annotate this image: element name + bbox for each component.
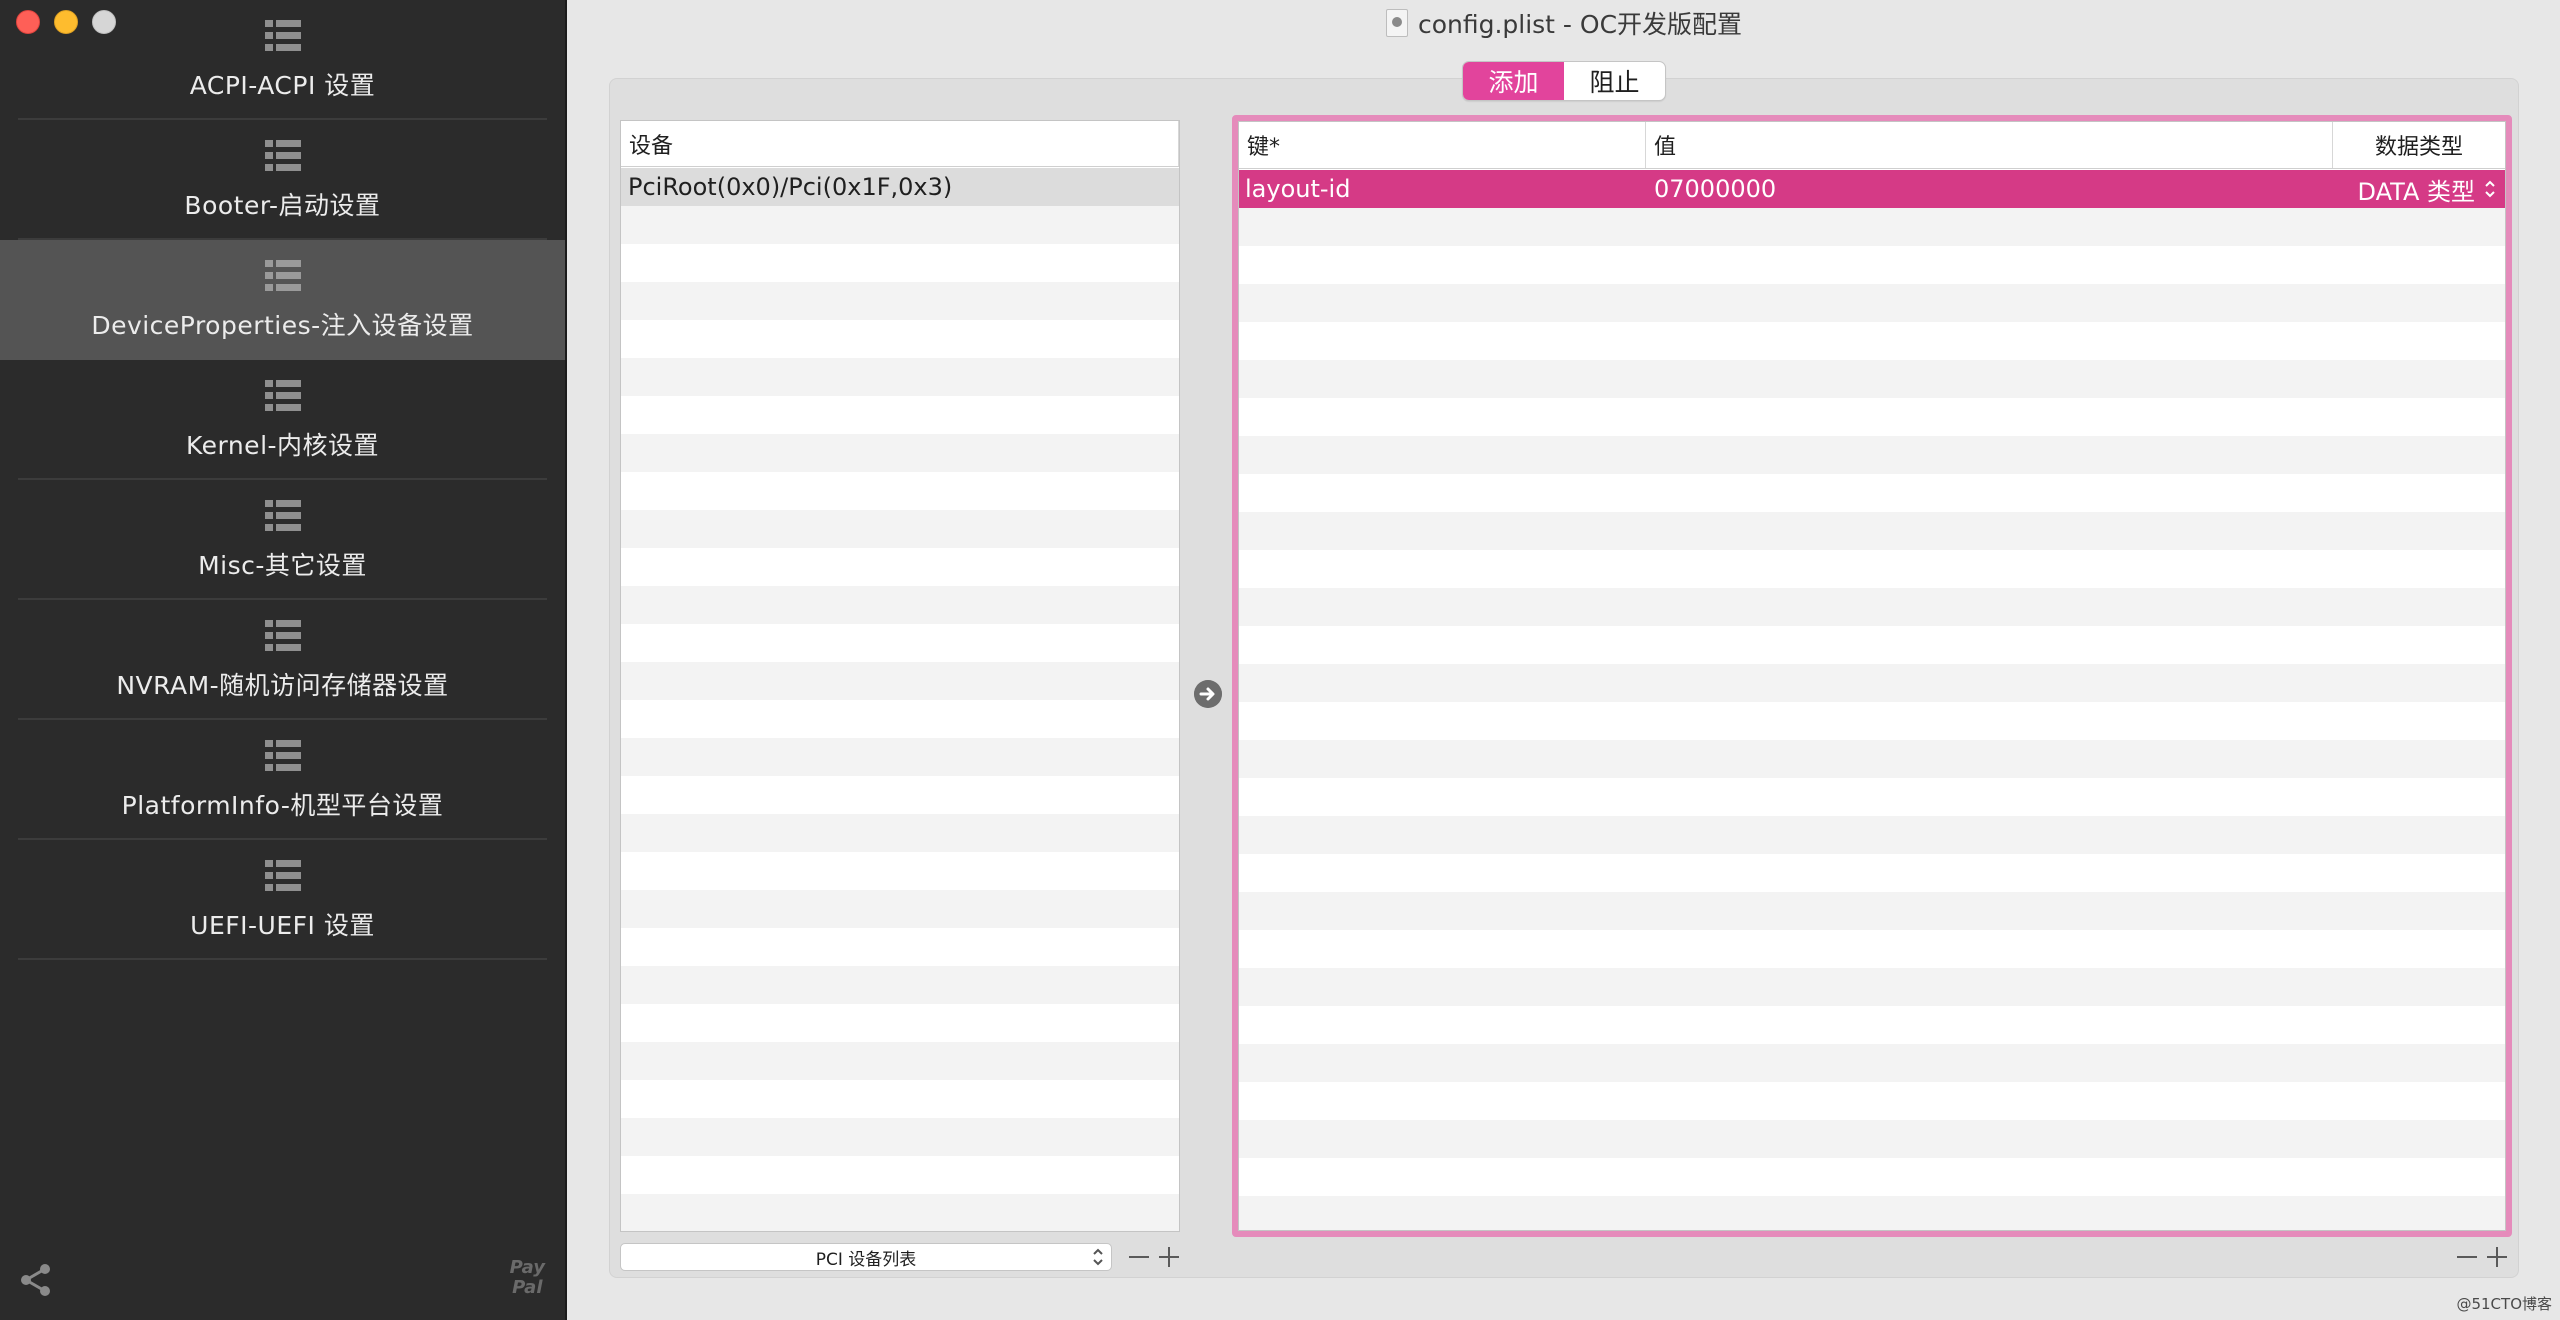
sidebar-item-label: Kernel-内核设置 [185,431,380,460]
sidebar-item-nvram[interactable]: NVRAM-随机访问存储器设置 [0,600,565,720]
sidebar-item-kernel[interactable]: Kernel-内核设置 [0,360,565,480]
properties-table: 键* 值 数据类型 layout-id 07000000 DATA 类型 [1232,115,2512,1237]
sidebar-item-booter[interactable]: Booter-启动设置 [0,120,565,240]
sidebar-item-label: UEFI-UEFI 设置 [190,911,375,940]
device-path: PciRoot(0x0)/Pci(0x1F,0x3) [628,173,953,201]
segment-add[interactable]: 添加 [1463,62,1564,100]
remove-device-button[interactable] [1128,1246,1150,1268]
property-add-remove-controls [2456,1246,2508,1268]
sidebar-item-label: DeviceProperties-注入设备设置 [91,311,474,340]
property-type: DATA 类型 [2357,177,2475,206]
sidebar-item-misc[interactable]: Misc-其它设置 [0,480,565,600]
sidebar: ACPI-ACPI 设置 Booter-启动设置 DevicePropertie… [0,0,567,1320]
window-controls [16,10,116,34]
sidebar-item-label: Misc-其它设置 [198,551,367,580]
add-property-button[interactable] [2486,1246,2508,1268]
property-value[interactable]: 07000000 [1646,175,2333,203]
property-type-select[interactable]: DATA 类型 [2333,172,2505,207]
table-row[interactable]: layout-id 07000000 DATA 类型 [1239,170,2505,208]
list-icon [264,380,301,411]
list-icon [264,620,301,651]
devices-table-body[interactable]: PciRoot(0x0)/Pci(0x1F,0x3) [621,168,1179,1231]
document-icon [1385,9,1408,37]
arrow-right-icon[interactable] [1194,680,1222,708]
column-header-device[interactable]: 设备 [621,121,1179,166]
list-icon [264,860,301,891]
window-title: config.plist - OC开发版配置 [1417,10,1743,39]
watermark: @51CTO博客 [2456,1295,2552,1313]
devices-table-header: 设备 [621,121,1179,167]
add-block-segmented-control: 添加 阻止 [1462,61,1666,101]
device-add-remove-controls [1128,1246,1180,1268]
minimize-window-button[interactable] [54,10,78,34]
popup-label: PCI 设备列表 [815,1249,917,1270]
sidebar-item-platforminfo[interactable]: PlatformInfo-机型平台设置 [0,720,565,840]
window-title-bar: config.plist - OC开发版配置 [568,0,2560,46]
sidebar-item-uefi[interactable]: UEFI-UEFI 设置 [0,840,565,960]
list-icon [264,500,301,531]
sidebar-item-label: ACPI-ACPI 设置 [189,71,376,100]
sidebar-item-label: NVRAM-随机访问存储器设置 [116,671,449,700]
property-key[interactable]: layout-id [1239,175,1646,203]
column-header-key[interactable]: 键* [1239,122,1646,168]
properties-table-frame: 键* 值 数据类型 layout-id 07000000 DATA 类型 [1238,121,2506,1231]
paypal-icon[interactable]: Pay Pal [510,1258,545,1298]
list-icon [264,20,301,51]
sidebar-nav: ACPI-ACPI 设置 Booter-启动设置 DevicePropertie… [0,0,565,960]
list-icon [264,740,301,771]
chevron-updown-icon [2485,180,2495,198]
share-icon[interactable] [18,1262,54,1298]
list-icon [264,260,301,291]
segment-block[interactable]: 阻止 [1564,62,1665,100]
sidebar-item-label: PlatformInfo-机型平台设置 [121,791,444,820]
paypal-label-top: Pay [509,1257,545,1278]
zoom-window-button[interactable] [92,10,116,34]
chevron-updown-icon [1093,1248,1103,1266]
devices-table: 设备 PciRoot(0x0)/Pci(0x1F,0x3) [620,120,1180,1232]
pci-device-list-popup[interactable]: PCI 设备列表 [620,1243,1112,1271]
column-header-type[interactable]: 数据类型 [2333,122,2505,168]
remove-property-button[interactable] [2456,1246,2478,1268]
properties-table-body[interactable]: layout-id 07000000 DATA 类型 [1239,170,2505,1230]
table-row[interactable]: PciRoot(0x0)/Pci(0x1F,0x3) [621,168,1179,206]
add-device-button[interactable] [1158,1246,1180,1268]
sidebar-item-label: Booter-启动设置 [184,191,381,220]
sidebar-item-deviceproperties[interactable]: DeviceProperties-注入设备设置 [0,240,565,360]
column-header-value[interactable]: 值 [1646,122,2333,168]
properties-table-header: 键* 值 数据类型 [1239,122,2505,169]
close-window-button[interactable] [16,10,40,34]
list-icon [264,140,301,171]
paypal-label-bottom: Pal [512,1277,543,1298]
